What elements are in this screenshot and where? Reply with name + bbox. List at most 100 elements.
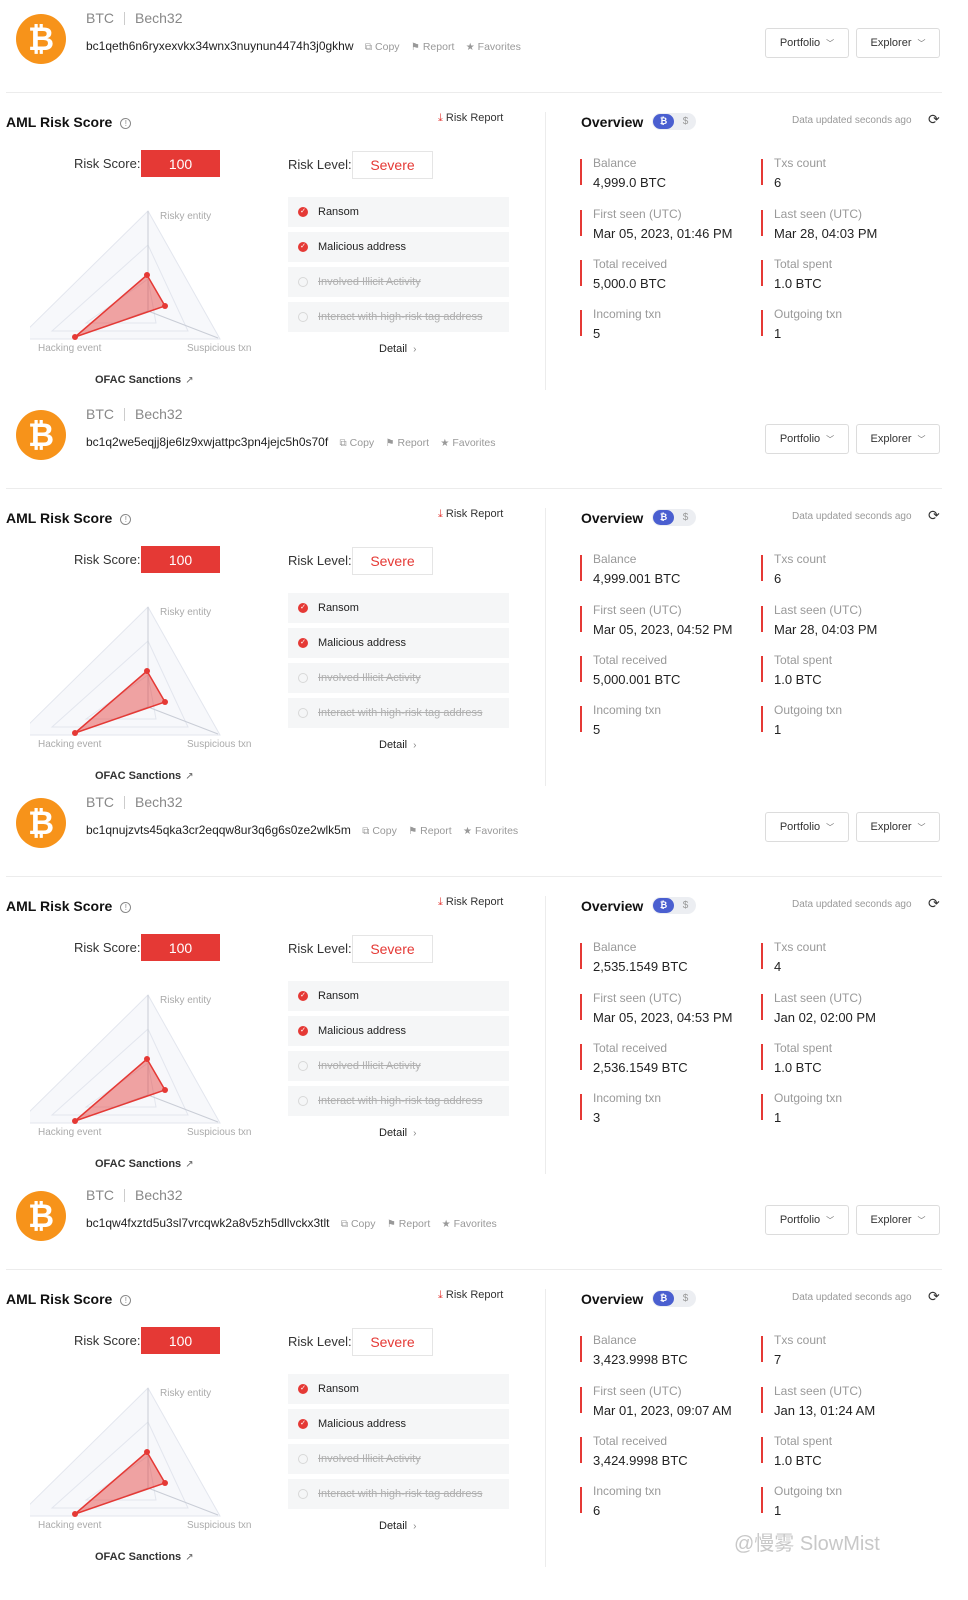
explorer-dropdown[interactable]: Explorer ﹀: [856, 424, 940, 454]
portfolio-dropdown[interactable]: Portfolio ﹀: [765, 1205, 849, 1235]
stat-marker: [761, 555, 763, 581]
favorites-button[interactable]: ★ Favorites: [442, 1218, 497, 1230]
stat-value: Mar 05, 2023, 04:53 PM: [593, 1010, 733, 1025]
stat-marker: [580, 656, 582, 682]
usd-toggle-option[interactable]: $: [677, 898, 694, 913]
copy-button[interactable]: ⧉ Copy: [362, 825, 397, 837]
favorites-button[interactable]: ★ Favorites: [466, 41, 521, 53]
risk-report-button[interactable]: ⤓ Risk Report: [438, 896, 503, 909]
chain-info: BTC Bech32: [86, 794, 182, 810]
risk-report-button[interactable]: ⤓ Risk Report: [438, 508, 503, 521]
stat-marker: [580, 310, 582, 336]
risk-report-button[interactable]: ⤓ Risk Report: [438, 1289, 503, 1302]
copy-label: Copy: [375, 41, 400, 53]
report-button[interactable]: ⚑ Report: [386, 437, 429, 449]
copy-button[interactable]: ⧉ Copy: [340, 437, 375, 449]
explorer-dropdown[interactable]: Explorer ﹀: [856, 28, 940, 58]
btc-toggle-option[interactable]: ₿: [653, 510, 674, 525]
radar-point-suspicious: [162, 1480, 168, 1486]
stat-label: Txs count: [774, 156, 827, 170]
wallet-address: bc1qnujzvts45qka3cr2eqqw8ur3q6g6s0ze2wlk…: [86, 823, 351, 837]
address-card: ₿ BTC Bech32 bc1qw4fxztd5u3sl7vrcqwk2a8v5…: [0, 1177, 968, 1577]
stat-marker: [761, 943, 763, 969]
stat-label: Last seen (UTC): [774, 207, 863, 221]
favorites-button[interactable]: ★ Favorites: [440, 437, 495, 449]
stat-label: Total spent: [774, 653, 833, 667]
explorer-dropdown[interactable]: Explorer ﹀: [856, 1205, 940, 1235]
risk-tag-item: ✓ Ransom: [288, 1374, 509, 1404]
usd-toggle-option[interactable]: $: [677, 114, 694, 129]
separator: [124, 1189, 125, 1202]
explorer-dropdown[interactable]: Explorer ﹀: [856, 812, 940, 842]
info-icon[interactable]: !: [120, 902, 132, 913]
stat-txs-count: Txs count 7: [761, 1333, 931, 1371]
currency-toggle[interactable]: ₿ $: [652, 113, 696, 130]
address-line: bc1qnujzvts45qka3cr2eqqw8ur3q6g6s0ze2wlk…: [86, 823, 518, 837]
separator: [124, 408, 125, 421]
ofac-sanctions-link[interactable]: OFAC Sanctions ↗: [95, 1158, 194, 1170]
risk-report-label: Risk Report: [445, 508, 504, 520]
column-divider: [545, 896, 546, 1174]
detail-link[interactable]: Detail ›: [379, 343, 416, 355]
external-link-icon: ↗: [185, 1159, 194, 1170]
portfolio-dropdown[interactable]: Portfolio ﹀: [765, 424, 849, 454]
stat-marker: [580, 1336, 582, 1362]
stat-label: Total spent: [774, 1041, 833, 1055]
stat-total-spent: Total spent 1.0 BTC: [761, 1041, 931, 1079]
risk-tag-item-inactive: Involved Illicit Activity: [288, 1444, 509, 1474]
portfolio-dropdown[interactable]: Portfolio ﹀: [765, 812, 849, 842]
stat-marker: [580, 1487, 582, 1513]
stat-first-seen: First seen (UTC) Mar 05, 2023, 04:53 PM: [580, 991, 750, 1029]
stat-value: 5: [593, 722, 601, 737]
favorites-label: Favorites: [452, 437, 496, 449]
aml-risk-score-title: AML Risk Score!: [6, 898, 132, 914]
copy-button[interactable]: ⧉ Copy: [341, 1218, 376, 1230]
stat-label: Balance: [593, 1333, 637, 1347]
report-button[interactable]: ⚑ Report: [411, 41, 454, 53]
stat-label: Total spent: [774, 1434, 833, 1448]
usd-toggle-option[interactable]: $: [677, 510, 694, 525]
risk-tag-item-inactive: Interact with high-risk tag address: [288, 1086, 509, 1116]
info-icon[interactable]: !: [120, 1295, 132, 1306]
btc-toggle-option[interactable]: ₿: [653, 114, 674, 129]
check-icon: ✓: [298, 1026, 308, 1036]
report-button[interactable]: ⚑ Report: [387, 1218, 430, 1230]
stat-value: 6: [593, 1503, 601, 1518]
refresh-icon[interactable]: ⟳: [928, 895, 940, 912]
ofac-sanctions-link[interactable]: OFAC Sanctions ↗: [95, 770, 194, 782]
refresh-icon[interactable]: ⟳: [928, 507, 940, 524]
detail-link[interactable]: Detail ›: [379, 1127, 416, 1139]
copy-button[interactable]: ⧉ Copy: [365, 41, 400, 53]
detail-label: Detail: [379, 739, 408, 751]
stat-label: Txs count: [774, 552, 827, 566]
risk-report-button[interactable]: ⤓ Risk Report: [438, 112, 503, 125]
report-button[interactable]: ⚑ Report: [408, 825, 451, 837]
info-icon[interactable]: !: [120, 514, 132, 525]
currency-toggle[interactable]: ₿ $: [652, 509, 696, 526]
usd-toggle-option[interactable]: $: [677, 1291, 694, 1306]
empty-circle-icon: [298, 708, 308, 718]
favorites-button[interactable]: ★ Favorites: [463, 825, 518, 837]
risk-radar-chart: [30, 1387, 221, 1517]
risk-radar-chart: [30, 994, 221, 1124]
portfolio-dropdown[interactable]: Portfolio ﹀: [765, 28, 849, 58]
currency-toggle[interactable]: ₿ $: [652, 1290, 696, 1307]
refresh-icon[interactable]: ⟳: [928, 111, 940, 128]
ofac-sanctions-link[interactable]: OFAC Sanctions ↗: [95, 374, 194, 386]
section-divider: [6, 876, 942, 877]
bitcoin-logo-icon: ₿: [16, 798, 66, 848]
detail-link[interactable]: Detail ›: [379, 1520, 416, 1532]
btc-toggle-option[interactable]: ₿: [653, 1291, 674, 1306]
refresh-icon[interactable]: ⟳: [928, 1288, 940, 1305]
currency-toggle[interactable]: ₿ $: [652, 897, 696, 914]
stat-value: 7: [774, 1352, 782, 1367]
detail-link[interactable]: Detail ›: [379, 739, 416, 751]
risk-tag-item-inactive: Interact with high-risk tag address: [288, 1479, 509, 1509]
btc-toggle-option[interactable]: ₿: [653, 898, 674, 913]
wallet-address: bc1qw4fxztd5u3sl7vrcqwk2a8v5zh5dllvckx3t…: [86, 1216, 330, 1230]
risk-tag-item-inactive: Involved Illicit Activity: [288, 663, 509, 693]
info-icon[interactable]: !: [120, 118, 132, 129]
stat-value: 1: [774, 722, 782, 737]
risk-score-value: 100: [141, 934, 220, 961]
ofac-sanctions-link[interactable]: OFAC Sanctions ↗: [95, 1551, 194, 1563]
